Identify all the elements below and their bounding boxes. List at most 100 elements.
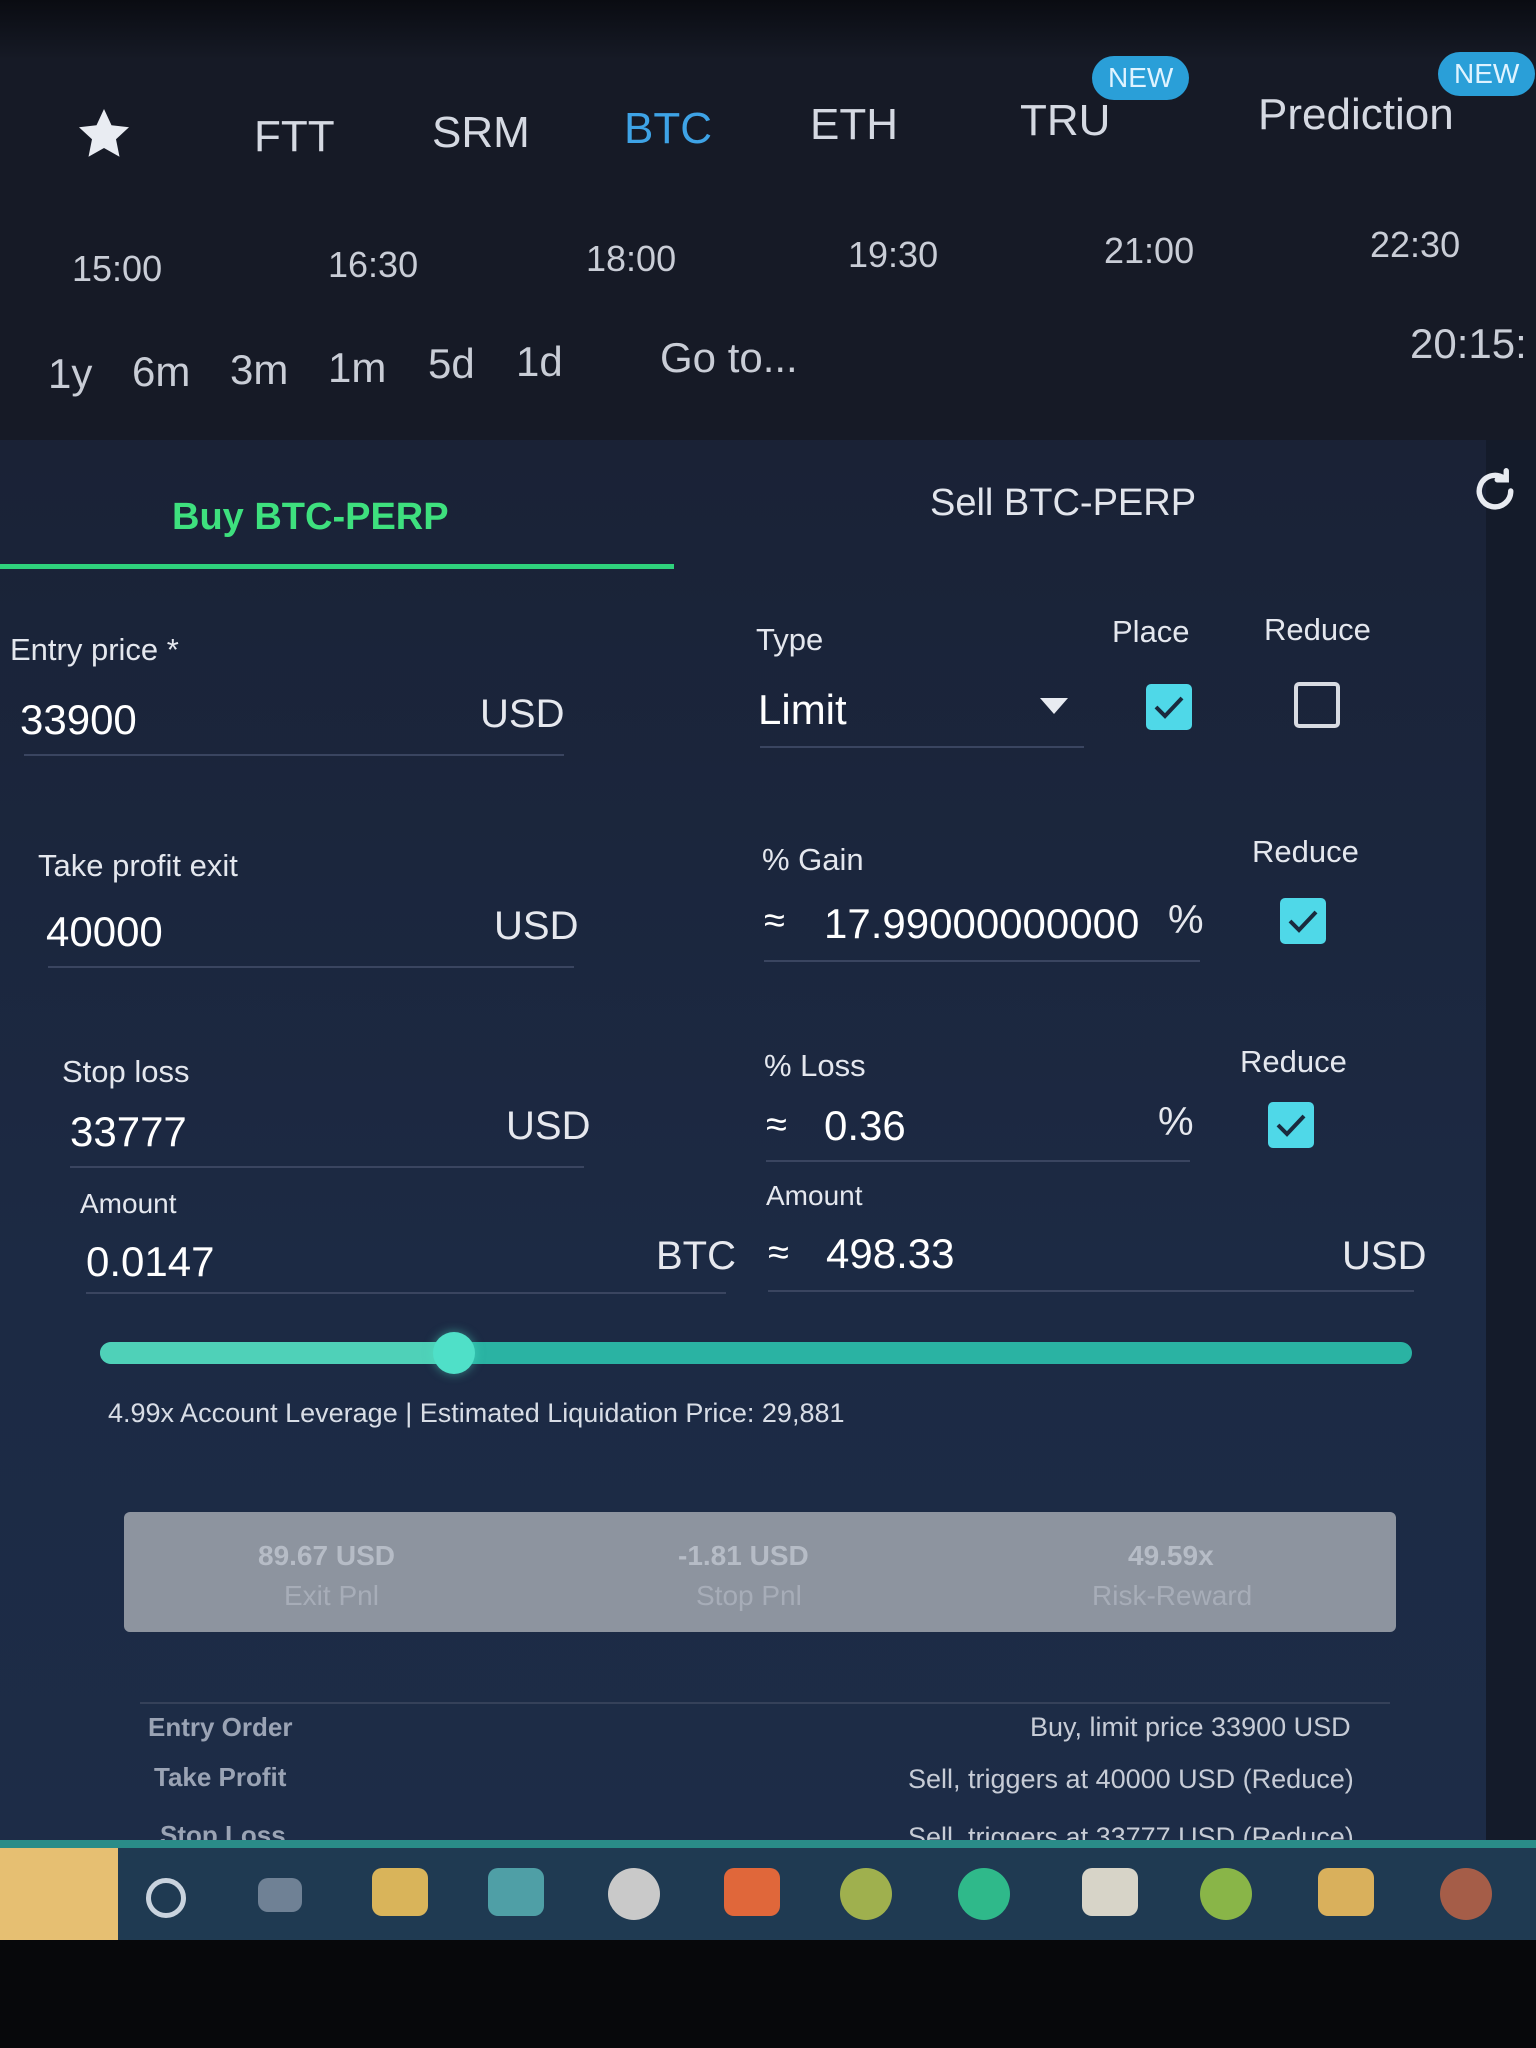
- amount-btc-input[interactable]: 0.0147: [86, 1238, 214, 1286]
- leverage-slider-thumb[interactable]: [433, 1332, 476, 1374]
- summary-divider: [140, 1702, 1390, 1704]
- gmail-icon[interactable]: [1318, 1868, 1374, 1916]
- loss-underline: [766, 1160, 1190, 1162]
- side-strip: [1486, 440, 1536, 1840]
- reduce-checkbox[interactable]: [1294, 682, 1340, 728]
- place-label: Place: [1112, 614, 1190, 649]
- sl-reduce-label: Reduce: [1240, 1044, 1347, 1079]
- time-tick: 22:30: [1370, 224, 1461, 265]
- type-underline: [760, 746, 1084, 748]
- summary-entry-value: Buy, limit price 33900 USD: [1030, 1712, 1351, 1742]
- sell-tab[interactable]: Sell BTC-PERP: [930, 482, 1196, 525]
- new-badge-tru: NEW: [1092, 56, 1190, 100]
- green-app-icon[interactable]: [1200, 1868, 1252, 1920]
- chrome-icon[interactable]: [840, 1868, 892, 1920]
- task-view-icon[interactable]: [258, 1878, 302, 1912]
- loss-input[interactable]: 0.36: [824, 1102, 906, 1150]
- time-tick: 15:00: [72, 248, 163, 289]
- chrome-alt-icon[interactable]: [1440, 1868, 1492, 1920]
- notes-icon[interactable]: [1082, 1868, 1138, 1916]
- leverage-info: 4.99x Account Leverage | Estimated Liqui…: [108, 1398, 845, 1428]
- market-tabs: FTT SRM BTC ETH TRU NEW Prediction NEW: [0, 40, 1536, 210]
- mail-icon[interactable]: [488, 1868, 544, 1916]
- gain-input[interactable]: 17.99000000000: [824, 900, 1139, 948]
- take-profit-unit: USD: [494, 904, 579, 948]
- exit-pnl-label: Exit Pnl: [284, 1580, 379, 1611]
- take-profit-underline: [48, 966, 574, 968]
- time-tick: 21:00: [1104, 230, 1195, 271]
- risk-reward-value: 49.59x: [1128, 1540, 1214, 1571]
- range-6m[interactable]: 6m: [132, 348, 190, 396]
- range-5d[interactable]: 5d: [428, 340, 475, 388]
- summary-entry-key: Entry Order: [148, 1712, 293, 1742]
- gain-approx: ≈: [764, 900, 785, 942]
- brave-icon[interactable]: [724, 1868, 780, 1916]
- risk-reward-label: Risk-Reward: [1092, 1580, 1253, 1611]
- sl-reduce-checkbox[interactable]: [1268, 1102, 1314, 1148]
- time-tick: 18:00: [586, 238, 677, 279]
- entry-price-label: Entry price *: [10, 632, 179, 667]
- leverage-slider-fill: [100, 1342, 455, 1364]
- tab-ftt[interactable]: FTT: [254, 112, 335, 162]
- taskbar-widget[interactable]: [0, 1848, 118, 1940]
- tab-prediction[interactable]: Prediction: [1258, 90, 1454, 140]
- tp-reduce-label: Reduce: [1252, 834, 1359, 869]
- amount-usd-label: Amount: [766, 1180, 863, 1211]
- entry-price-underline: [24, 754, 564, 756]
- range-1d[interactable]: 1d: [516, 338, 563, 386]
- word-icon[interactable]: [608, 1868, 660, 1920]
- tab-eth[interactable]: ETH: [810, 100, 898, 150]
- amount-usd-input[interactable]: 498.33: [826, 1230, 954, 1278]
- gain-label: % Gain: [762, 842, 864, 877]
- favorites-star-icon[interactable]: [74, 104, 134, 175]
- summary-tp-key: Take Profit: [154, 1762, 287, 1792]
- taskbar-accent: [0, 1840, 1536, 1848]
- search-icon[interactable]: [146, 1878, 186, 1918]
- amount-usd-underline: [768, 1290, 1414, 1292]
- tab-btc[interactable]: BTC: [624, 104, 712, 154]
- range-1y[interactable]: 1y: [48, 350, 92, 398]
- type-label: Type: [756, 622, 824, 657]
- stop-loss-input[interactable]: 33777: [70, 1108, 187, 1156]
- pnl-summary-box: [124, 1512, 1396, 1632]
- place-checkbox[interactable]: [1146, 684, 1192, 730]
- time-tick: 19:30: [848, 234, 939, 275]
- chevron-down-icon[interactable]: [1038, 696, 1070, 721]
- clock-readout: 20:15:: [1410, 320, 1527, 367]
- stop-pnl-value: -1.81 USD: [678, 1540, 809, 1571]
- amount-label: Amount: [80, 1188, 177, 1219]
- range-3m[interactable]: 3m: [230, 346, 288, 394]
- amount-usd-unit: USD: [1342, 1234, 1427, 1278]
- amount-btc-unit: BTC: [656, 1234, 736, 1278]
- tp-reduce-checkbox[interactable]: [1280, 898, 1326, 944]
- time-tick: 16:30: [328, 244, 419, 285]
- stop-loss-label: Stop loss: [62, 1054, 190, 1089]
- stop-loss-underline: [70, 1166, 584, 1168]
- entry-price-input[interactable]: 33900: [20, 696, 137, 744]
- tab-tru[interactable]: TRU: [1020, 96, 1110, 146]
- file-explorer-icon[interactable]: [372, 1868, 428, 1916]
- stop-pnl-label: Stop Pnl: [696, 1580, 802, 1611]
- gain-unit: %: [1168, 898, 1204, 942]
- buy-tab[interactable]: Buy BTC-PERP: [172, 496, 449, 539]
- exit-pnl-value: 89.67 USD: [258, 1540, 395, 1571]
- summary-tp-value: Sell, triggers at 40000 USD (Reduce): [908, 1764, 1354, 1794]
- stop-loss-unit: USD: [506, 1104, 591, 1148]
- amount-usd-approx: ≈: [768, 1232, 789, 1274]
- gain-underline: [764, 960, 1200, 962]
- refresh-icon[interactable]: [1468, 464, 1522, 523]
- type-select[interactable]: Limit: [758, 686, 847, 734]
- tab-srm[interactable]: SRM: [432, 108, 530, 158]
- buy-tab-underline: [0, 564, 674, 569]
- goto-button[interactable]: Go to...: [660, 334, 798, 382]
- loss-unit: %: [1158, 1100, 1194, 1144]
- take-profit-input[interactable]: 40000: [46, 908, 163, 956]
- new-badge-prediction: NEW: [1438, 52, 1536, 96]
- take-profit-label: Take profit exit: [38, 848, 238, 883]
- entry-price-unit: USD: [480, 692, 565, 736]
- range-1m[interactable]: 1m: [328, 344, 386, 392]
- edge-icon[interactable]: [958, 1868, 1010, 1920]
- bottom-bezel: [0, 1940, 1536, 2048]
- loss-approx: ≈: [766, 1104, 787, 1146]
- loss-label: % Loss: [764, 1048, 866, 1083]
